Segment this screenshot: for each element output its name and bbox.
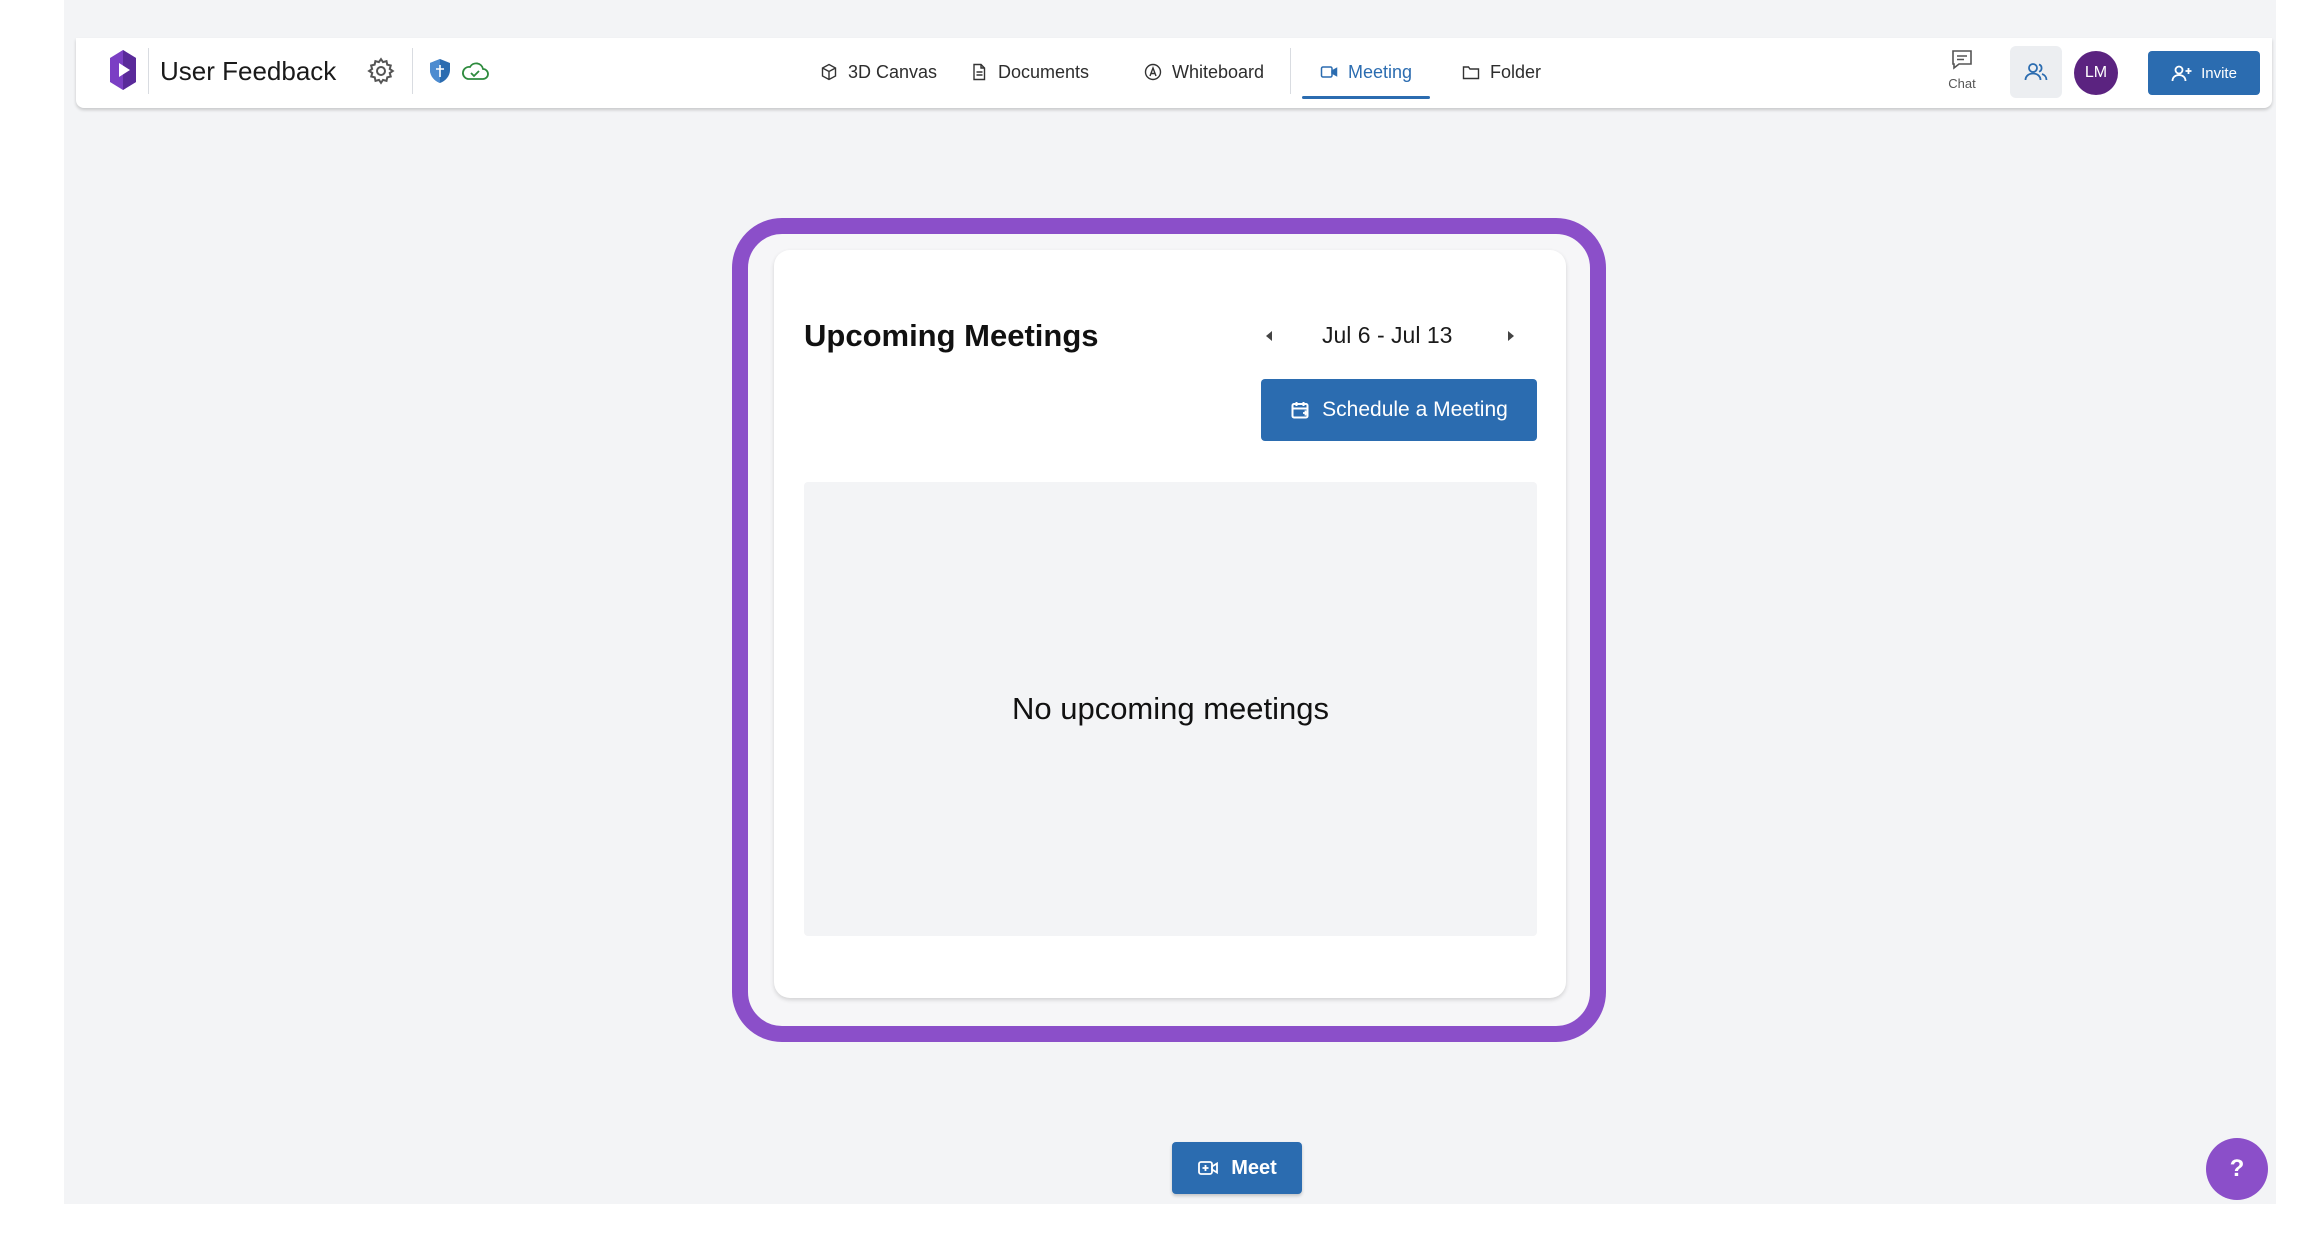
tab-whiteboard[interactable]: Whiteboard — [1144, 59, 1264, 85]
people-icon — [2024, 63, 2048, 81]
shield-icon[interactable] — [428, 58, 452, 84]
tab-label: Whiteboard — [1172, 61, 1265, 82]
calendar-add-icon — [1291, 402, 1309, 419]
divider — [1290, 48, 1291, 94]
upcoming-meetings-card: Upcoming Meetings Jul 6 - Jul 13 Schedul… — [774, 250, 1566, 998]
divider — [148, 48, 149, 94]
schedule-meeting-button[interactable]: Schedule a Meeting — [1261, 379, 1537, 441]
chat-icon — [1952, 50, 1972, 70]
folder-icon — [1462, 66, 1480, 80]
card-title: Upcoming Meetings — [804, 318, 1099, 353]
tab-folder[interactable]: Folder — [1462, 59, 1541, 85]
avatar[interactable]: LM — [2074, 51, 2118, 95]
invite-label: Invite — [2201, 64, 2237, 82]
chevron-right-icon[interactable] — [1502, 328, 1518, 344]
active-tab-indicator — [1302, 96, 1430, 99]
meet-button[interactable]: Meet — [1172, 1142, 1302, 1194]
chat-label: Chat — [1948, 76, 1976, 91]
tab-meeting[interactable]: Meeting — [1320, 59, 1412, 85]
gear-icon[interactable] — [366, 56, 396, 86]
help-button[interactable]: ? — [2206, 1138, 2268, 1200]
tab-label: 3D Canvas — [848, 61, 938, 82]
invite-button[interactable]: Invite — [2148, 51, 2260, 95]
participants-button[interactable] — [2010, 46, 2062, 98]
app-logo-icon[interactable] — [108, 48, 138, 92]
document-icon — [973, 63, 986, 81]
schedule-label: Schedule a Meeting — [1322, 398, 1508, 421]
app-root: User Feedback 3D Canvas Documents Whiteb… — [64, 0, 2276, 1204]
video-icon — [1320, 66, 1338, 78]
chat-button[interactable]: Chat — [1940, 48, 1984, 98]
add-user-icon — [2171, 65, 2192, 82]
empty-message: No upcoming meetings — [1011, 691, 1330, 726]
cube-icon — [821, 63, 837, 81]
project-title[interactable]: User Feedback — [160, 56, 336, 87]
tab-label: Meeting — [1348, 61, 1413, 82]
tab-3d-canvas[interactable]: 3D Canvas — [820, 59, 937, 85]
pen-circle-icon — [1144, 63, 1162, 81]
tab-label: Folder — [1490, 61, 1542, 82]
chevron-left-icon[interactable] — [1262, 328, 1278, 344]
date-range: Jul 6 - Jul 13 — [1322, 322, 1453, 348]
tab-label: Documents — [998, 61, 1090, 82]
video-add-icon — [1198, 1161, 1219, 1175]
meetings-empty-state: No upcoming meetings — [804, 482, 1537, 936]
top-header: User Feedback 3D Canvas Documents Whiteb… — [76, 38, 2272, 108]
divider — [412, 48, 413, 94]
cloud-check-icon[interactable] — [460, 60, 490, 82]
meet-label: Meet — [1231, 1156, 1277, 1179]
tab-documents[interactable]: Documents — [970, 59, 1089, 85]
